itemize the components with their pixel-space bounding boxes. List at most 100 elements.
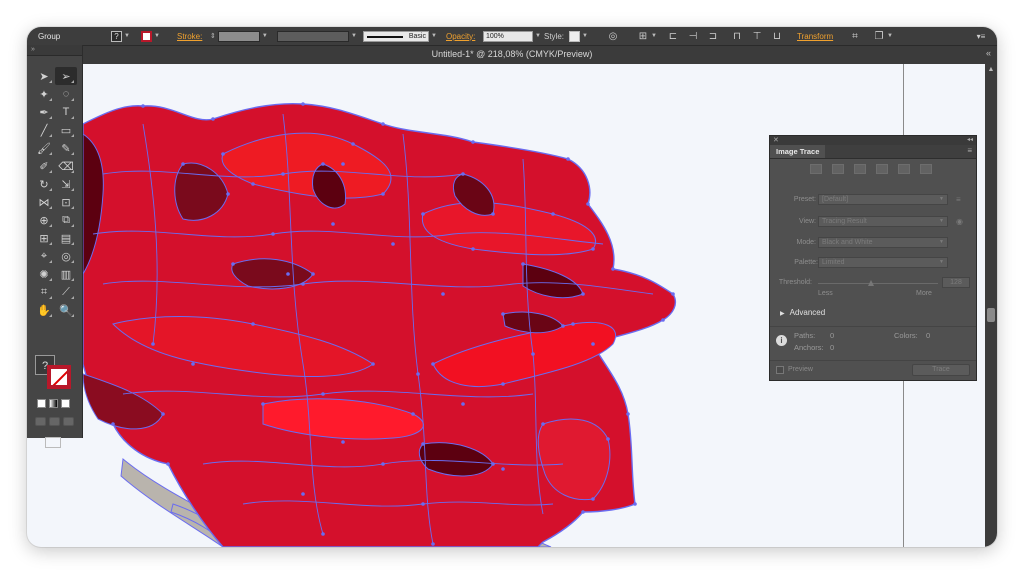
isolate-group-icon[interactable]: ⌗ [849, 27, 861, 45]
recolor-artwork-icon[interactable]: ◎ [607, 27, 619, 45]
draw-inside-icon[interactable] [63, 417, 74, 426]
mesh-tool-icon[interactable]: ⊞ [33, 229, 55, 247]
gradient-mode-icon[interactable] [49, 399, 58, 408]
arrange-icon[interactable]: ❐ ▼ [873, 27, 893, 45]
collapse-panels-icon[interactable]: « [986, 48, 991, 58]
slice-tool-icon[interactable]: ⟋ [55, 283, 77, 301]
close-icon[interactable]: ✕ [773, 136, 779, 145]
scrollbar-thumb[interactable] [987, 308, 995, 322]
shape-builder-tool-icon[interactable]: ⊕ [33, 211, 55, 229]
mode-dropdown[interactable]: Black and White ▼ [818, 237, 948, 248]
align-right-icon[interactable]: ⊐ [707, 27, 719, 45]
align-top-icon[interactable]: ⊓ [731, 27, 743, 45]
stroke-swatch-button[interactable]: ▼ [141, 27, 160, 45]
palette-dropdown[interactable]: Limited ▼ [818, 257, 948, 268]
color-mode-icon[interactable] [37, 399, 46, 408]
trace-statistics: i Paths: 0 Colors: 0 Anchors: 0 [770, 326, 976, 357]
direct-selection-tool-icon[interactable]: ➢ [55, 67, 77, 85]
brush-definition-dropdown[interactable]: Basic ▼ [363, 27, 437, 45]
column-graph-tool-icon[interactable]: ▥ [55, 265, 77, 283]
grayscale-icon[interactable] [876, 164, 888, 174]
opacity-field[interactable]: 100% [483, 30, 533, 42]
align-horizontal-center-icon[interactable]: ⊣ [687, 27, 699, 45]
stroke-label[interactable]: Stroke: [177, 32, 202, 41]
advanced-label[interactable]: Advanced [790, 308, 826, 317]
transform-link[interactable]: Transform [797, 27, 833, 45]
preset-dropdown[interactable]: [Default] ▼ [818, 194, 948, 205]
disclosure-triangle-icon[interactable]: ▶ [780, 311, 785, 317]
lasso-tool-icon[interactable]: ◌ [55, 85, 77, 103]
opacity-label[interactable]: Opacity: [446, 32, 475, 41]
align-left-icon[interactable]: ⊏ [667, 27, 679, 45]
trace-button[interactable]: Trace [912, 364, 970, 376]
type-tool-icon[interactable]: T [55, 103, 77, 121]
free-transform-tool-icon[interactable]: ⊡ [55, 193, 77, 211]
align-to-icon[interactable]: ⊞ ▼ [637, 27, 657, 45]
screen-mode-icon[interactable] [45, 437, 61, 448]
auto-color-icon[interactable] [810, 164, 822, 174]
brush-definition-field[interactable]: Basic [363, 30, 429, 42]
rectangle-tool-icon[interactable]: ▭ [55, 121, 77, 139]
view-dropdown[interactable]: Tracing Result ▼ [818, 216, 948, 227]
align-vertical-center-icon[interactable]: ⊤ [751, 27, 763, 45]
tools-panel-grip[interactable]: » [27, 45, 82, 56]
eyedropper-tool-icon[interactable]: ⌖ [33, 247, 55, 265]
line-segment-tool-icon[interactable]: ╱ [33, 121, 55, 139]
blend-tool-icon[interactable]: ◎ [55, 247, 77, 265]
high-color-icon[interactable] [832, 164, 844, 174]
fill-swatch-button[interactable]: ? ▼ [111, 27, 130, 45]
draw-behind-icon[interactable] [49, 417, 60, 426]
transform-label[interactable]: Transform [797, 32, 833, 41]
scroll-up-arrow-icon[interactable]: ▲ [985, 64, 997, 76]
vertical-scrollbar[interactable]: ▲ [985, 64, 997, 547]
hand-tool-icon[interactable]: ✋ [33, 301, 55, 319]
stroke-weight-stepper[interactable]: ⇕ ▼ [210, 27, 268, 45]
threshold-slider-track[interactable] [818, 283, 938, 284]
symbol-sprayer-tool-icon[interactable]: ✺ [33, 265, 55, 283]
advanced-disclosure[interactable]: ▶ Advanced [780, 308, 825, 317]
panel-menu-icon[interactable]: ≡ [967, 146, 972, 155]
variable-width-profile-dropdown[interactable]: ▼ [277, 27, 357, 45]
manage-presets-icon[interactable]: ≡ [956, 195, 965, 204]
stepper-arrows-icon[interactable]: ⇕ [210, 32, 216, 40]
gradient-tool-icon[interactable]: ▤ [55, 229, 77, 247]
pen-tool-icon[interactable]: ✒ [33, 103, 55, 121]
zoom-tool-icon[interactable]: 🔍 [55, 301, 77, 319]
threshold-value-field[interactable]: 128 [942, 277, 970, 288]
stroke-link[interactable]: Stroke: [177, 27, 202, 45]
rotate-tool-icon[interactable]: ↻ [33, 175, 55, 193]
graphic-style-swatch[interactable] [569, 30, 580, 42]
outline-icon[interactable] [920, 164, 932, 174]
image-trace-tab[interactable]: Image Trace [770, 145, 826, 158]
black-white-icon[interactable] [898, 164, 910, 174]
fill-stroke-swatches[interactable]: ? [35, 355, 75, 393]
opacity-dropdown[interactable]: 100% ▼ [483, 27, 541, 45]
control-panel-menu-icon[interactable]: ▾≡ [975, 27, 987, 45]
selection-tool-icon[interactable]: ➤ [33, 67, 55, 85]
draw-normal-icon[interactable] [35, 417, 46, 426]
eraser-tool-icon[interactable]: ⌫ [55, 157, 77, 175]
scale-tool-icon[interactable]: ⇲ [55, 175, 77, 193]
opacity-link[interactable]: Opacity: [446, 27, 475, 45]
preview-checkbox[interactable] [776, 366, 784, 374]
artboard-tool-icon[interactable]: ⌗ [33, 283, 55, 301]
align-bottom-icon[interactable]: ⊔ [771, 27, 783, 45]
width-profile-field[interactable] [277, 30, 349, 42]
eye-icon[interactable]: ◉ [956, 217, 965, 226]
threshold-slider-knob[interactable] [868, 280, 874, 286]
graphic-style-dropdown[interactable]: ▼ [569, 27, 588, 45]
blob-brush-tool-icon[interactable]: ✐ [33, 157, 55, 175]
stroke-swatch[interactable] [47, 365, 71, 389]
perspective-grid-tool-icon[interactable]: ⧉ [55, 211, 77, 229]
pencil-tool-icon[interactable]: ✎ [55, 139, 77, 157]
width-tool-icon[interactable]: ⋈ [33, 193, 55, 211]
preview-label: Preview [788, 366, 813, 373]
none-mode-icon[interactable] [61, 399, 70, 408]
low-color-icon[interactable] [854, 164, 866, 174]
collapse-icon[interactable]: ◂◂ [967, 136, 973, 145]
paintbrush-tool-icon[interactable]: 🖌 [33, 139, 55, 157]
stroke-weight-field[interactable] [217, 30, 260, 42]
info-icon: i [776, 335, 787, 346]
magic-wand-tool-icon[interactable]: ✦ [33, 85, 55, 103]
document-title[interactable]: Untitled-1* @ 218,08% (CMYK/Preview) [27, 49, 997, 59]
